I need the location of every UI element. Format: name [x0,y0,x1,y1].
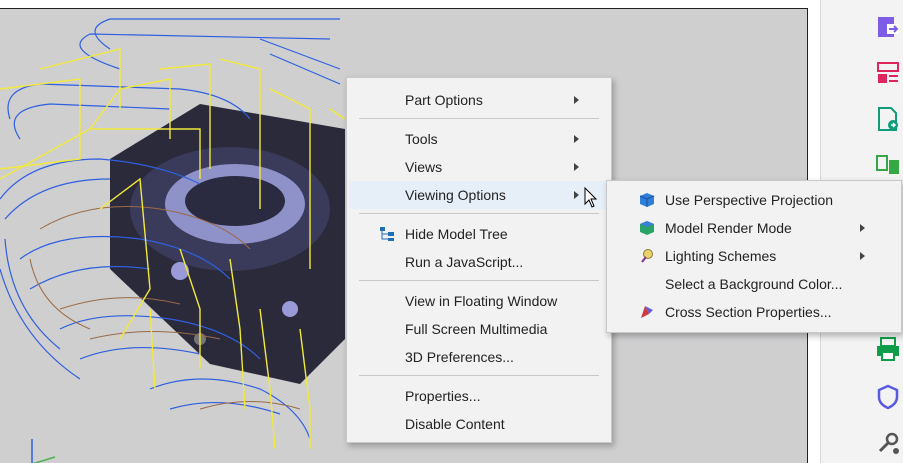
menu-item-label: 3D Preferences... [405,349,514,365]
submenu-item-label: Use Perspective Projection [665,192,834,208]
menu-separator [359,118,599,119]
submenu-arrow-icon [574,135,579,143]
menu-item-label: View in Floating Window [405,293,558,309]
menu-item-3d-preferences[interactable]: 3D Preferences... [349,343,609,371]
print-production-icon[interactable] [873,334,903,364]
submenu-arrow-icon [574,191,579,199]
menu-item-tools[interactable]: Tools [349,125,609,153]
cross-section-icon [637,302,657,322]
menu-item-part-options[interactable]: Part Options [349,86,609,114]
submenu-item-lighting[interactable]: Lighting Schemes [609,242,899,270]
model-tree-icon [377,224,397,244]
organize-pages-icon[interactable] [873,58,903,88]
menu-item-label: Hide Model Tree [405,226,508,242]
menu-item-views[interactable]: Views [349,153,609,181]
submenu-arrow-icon [574,96,579,104]
submenu-item-cross-section[interactable]: Cross Section Properties... [609,298,899,326]
axis-triad [31,439,56,463]
menu-item-label: Full Screen Multimedia [405,321,548,337]
submenu-item-label: Model Render Mode [665,220,792,236]
menu-item-label: Views [405,159,443,175]
submenu-item-label: Cross Section Properties... [665,304,832,320]
menu-item-label: Run a JavaScript... [405,254,524,270]
submenu-item-label: Lighting Schemes [665,248,777,264]
submenu-arrow-icon [860,252,865,260]
submenu-item-label: Select a Background Color... [665,276,843,292]
menu-item-disable-content[interactable]: Disable Content [349,410,609,438]
submenu-item-background-color[interactable]: Select a Background Color... [609,270,899,298]
submenu-arrow-icon [574,163,579,171]
render-mode-icon [637,218,657,238]
menu-item-label: Part Options [405,92,483,108]
menu-item-floating-window[interactable]: View in Floating Window [349,287,609,315]
menu-item-label: Properties... [405,388,481,404]
perspective-cube-icon [637,190,657,210]
menu-item-label: Disable Content [405,416,505,432]
menu-item-properties[interactable]: Properties... [349,382,609,410]
menu-item-viewing-options[interactable]: Viewing Options [349,181,609,209]
menu-item-label: Viewing Options [405,187,506,203]
menu-separator [359,280,599,281]
menu-separator [359,213,599,214]
submenu-item-render-mode[interactable]: Model Render Mode [609,214,899,242]
protect-icon[interactable] [873,382,903,412]
menu-separator [359,375,599,376]
menu-item-label: Tools [405,131,438,147]
menu-item-run-javascript[interactable]: Run a JavaScript... [349,248,609,276]
export-pdf-icon[interactable] [873,12,903,42]
more-tools-icon[interactable] [873,428,903,458]
submenu-arrow-icon [860,224,865,232]
mouse-cursor-icon [584,186,598,214]
menu-item-full-screen[interactable]: Full Screen Multimedia [349,315,609,343]
viewing-options-submenu: Use Perspective Projection Model Render … [606,180,902,333]
compare-icon[interactable] [873,150,903,180]
submenu-item-perspective[interactable]: Use Perspective Projection [609,186,899,214]
lighting-icon [637,246,657,266]
context-menu: Part Options Tools Views Viewing Options… [346,77,612,443]
create-pdf-icon[interactable] [873,104,903,134]
menu-item-hide-model-tree[interactable]: Hide Model Tree [349,220,609,248]
